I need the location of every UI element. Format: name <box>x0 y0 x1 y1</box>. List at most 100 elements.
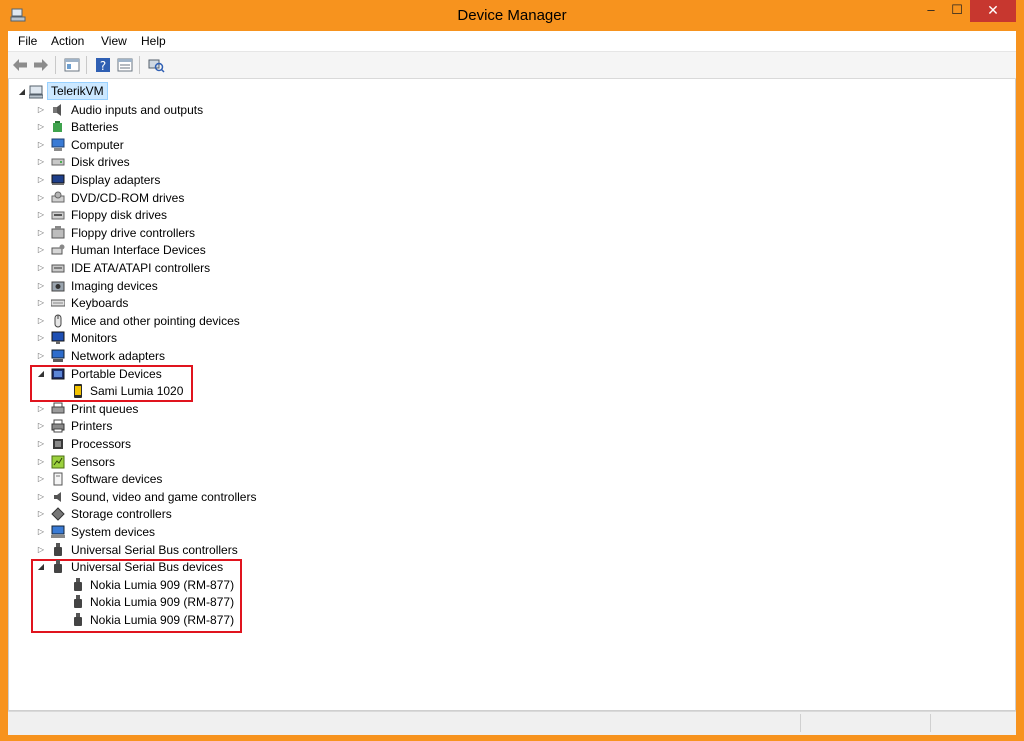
usb-icon <box>74 577 82 591</box>
print-queue-icon <box>51 402 65 414</box>
expand-arrow-icon[interactable]: ▷ <box>36 189 46 207</box>
toolbar: ? <box>8 52 1016 79</box>
ide-controller-icon <box>51 264 65 273</box>
expand-arrow-icon[interactable]: ▷ <box>36 259 46 277</box>
expand-arrow-icon[interactable]: ▷ <box>36 312 46 330</box>
maximize-button[interactable]: ☐ <box>944 0 970 22</box>
processor-icon <box>53 439 63 449</box>
device-tree[interactable]: ◢ TelerikVM ▷ Audio inputs and outputs ▷ Ba… <box>8 79 1016 711</box>
tree-category-label: Sensors <box>71 454 116 469</box>
expand-arrow-icon[interactable]: ▷ <box>36 453 46 471</box>
expand-arrow-icon[interactable]: ▷ <box>36 277 46 295</box>
expand-arrow-icon[interactable]: ▷ <box>36 470 46 488</box>
computer-icon <box>29 85 43 99</box>
minimize-button[interactable]: – <box>918 0 944 22</box>
tree-category-label: Software devices <box>71 472 163 487</box>
expand-arrow-icon[interactable]: ▷ <box>36 329 46 347</box>
menu-help[interactable]: Help <box>141 34 166 48</box>
close-button[interactable]: ✕ <box>970 0 1016 22</box>
tree-category-label: Network adapters <box>71 349 166 363</box>
storage-controller-icon <box>51 507 65 522</box>
tree-category-label: DVD/CD-ROM drives <box>71 190 185 205</box>
menu-action[interactable]: Action <box>51 34 84 48</box>
help-icon[interactable]: ? <box>94 56 112 74</box>
tree-category-label: System devices <box>71 525 156 539</box>
camera-icon <box>51 281 65 292</box>
tree-category-label: IDE ATA/ATAPI controllers <box>71 261 211 275</box>
expand-arrow-icon[interactable]: ▷ <box>36 153 46 171</box>
toolbar-separator <box>86 56 87 74</box>
tree-category-label: Batteries <box>71 120 119 135</box>
expand-arrow-icon[interactable]: ▷ <box>36 206 46 224</box>
floppy-controller-icon <box>51 225 65 239</box>
expand-arrow-icon[interactable]: ▷ <box>36 136 46 154</box>
keyboard-icon <box>51 299 65 307</box>
tree-category-label: Keyboards <box>71 296 129 311</box>
expand-arrow-icon[interactable]: ▷ <box>36 417 46 435</box>
toolbar-separator <box>139 56 140 74</box>
sound-icon <box>54 491 61 502</box>
expand-arrow-icon[interactable]: ▷ <box>36 224 46 242</box>
usb-icon <box>54 542 62 556</box>
expand-arrow-icon[interactable]: ▷ <box>36 488 46 506</box>
computer-icon <box>51 138 65 151</box>
menu-view[interactable]: View <box>101 34 127 48</box>
tree-category-label: Audio inputs and outputs <box>71 102 204 117</box>
tree-category-label: Floppy disk drives <box>71 208 168 223</box>
display-adapter-icon <box>51 174 65 185</box>
usb-icon <box>54 560 62 574</box>
sensor-icon <box>51 455 65 469</box>
expand-arrow-icon[interactable]: ▷ <box>36 101 46 119</box>
expand-arrow-icon[interactable]: ▷ <box>36 171 46 189</box>
window-client: File Action View Help ? ◢ TelerikVM ▷ Au… <box>8 31 1016 735</box>
tree-category-label: Sound, video and game controllers <box>71 489 257 504</box>
menu-bar: File Action View Help <box>8 31 1016 52</box>
status-divider <box>800 714 802 732</box>
expand-arrow-icon[interactable]: ▷ <box>36 294 46 312</box>
collapse-arrow-icon[interactable]: ◢ <box>36 558 46 576</box>
expand-arrow-icon[interactable]: ▷ <box>36 523 46 541</box>
menu-file[interactable]: File <box>18 34 37 48</box>
disk-drive-icon <box>51 158 65 166</box>
tree-category-label: Disk drives <box>71 155 130 170</box>
expand-arrow-icon[interactable]: ▷ <box>36 541 46 559</box>
software-device-icon <box>53 472 63 486</box>
status-divider <box>930 714 932 732</box>
properties-icon[interactable] <box>116 56 134 74</box>
expand-arrow-icon[interactable]: ▷ <box>36 505 46 523</box>
expand-arrow-icon[interactable]: ◢ <box>17 83 27 101</box>
system-device-icon <box>51 525 65 538</box>
tree-category-label: Human Interface Devices <box>71 243 206 258</box>
dvd-drive-icon <box>51 191 65 203</box>
tree-device-label: Sami Lumia 1020 <box>90 384 184 399</box>
printer-icon <box>51 419 65 433</box>
mouse-icon <box>54 314 62 328</box>
expand-arrow-icon[interactable]: ▷ <box>36 118 46 136</box>
tree-category-label: Display adapters <box>71 173 161 187</box>
tree-category-label: Computer <box>71 137 124 152</box>
title-bar: Device Manager – ☐ ✕ <box>0 0 1024 31</box>
tree-category-label: Floppy drive controllers <box>71 225 196 240</box>
hid-icon <box>51 244 65 255</box>
tree-device-label: Nokia Lumia 909 (RM-877) <box>90 595 235 610</box>
tree-device-label: Nokia Lumia 909 (RM-877) <box>90 577 235 592</box>
network-adapter-icon <box>51 349 65 362</box>
forward-arrow-icon[interactable] <box>32 56 50 74</box>
tree-category-label: Universal Serial Bus controllers <box>71 542 238 557</box>
collapse-arrow-icon[interactable]: ◢ <box>36 365 46 383</box>
floppy-disk-icon <box>51 211 65 220</box>
show-hide-console-tree-icon[interactable] <box>63 56 81 74</box>
tree-category-label: Mice and other pointing devices <box>71 313 240 328</box>
usb-icon <box>74 595 82 609</box>
tree-category-label: Monitors <box>71 331 118 346</box>
phone-icon <box>74 384 82 399</box>
speaker-icon <box>53 103 61 116</box>
expand-arrow-icon[interactable]: ▷ <box>36 241 46 259</box>
expand-arrow-icon[interactable]: ▷ <box>36 347 46 365</box>
tree-root-label: TelerikVM <box>47 82 108 100</box>
back-arrow-icon[interactable] <box>11 56 29 74</box>
tree-category-label: Imaging devices <box>71 278 158 293</box>
expand-arrow-icon[interactable]: ▷ <box>36 435 46 453</box>
expand-arrow-icon[interactable]: ▷ <box>36 400 46 418</box>
scan-hardware-icon[interactable] <box>147 56 165 74</box>
